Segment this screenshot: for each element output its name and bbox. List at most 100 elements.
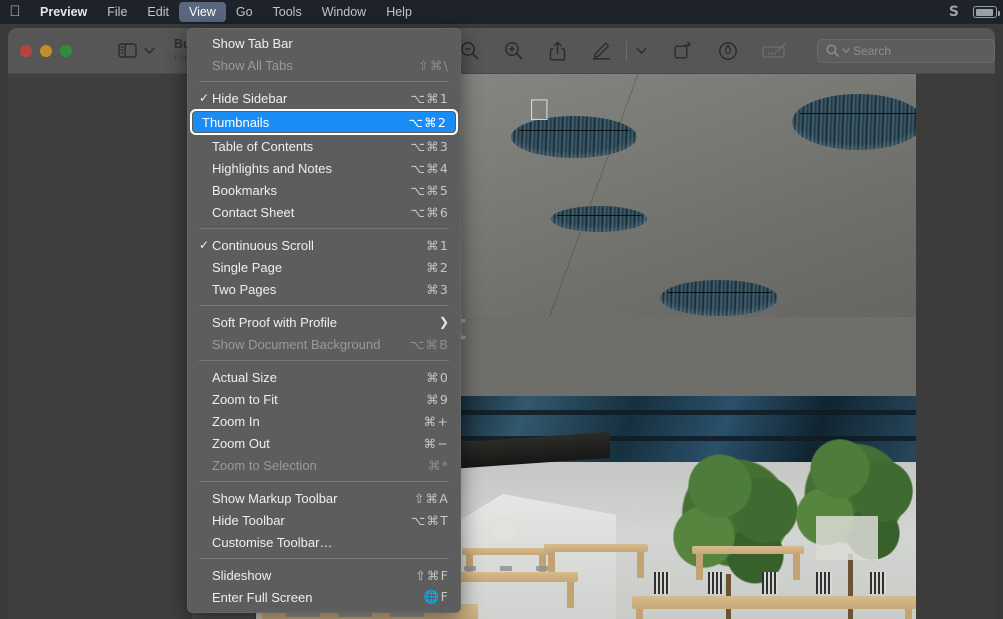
share-icon[interactable] [544, 38, 570, 64]
menu-item-shortcut: ⇧⌘F [415, 567, 449, 583]
menu-bar-item-file[interactable]: File [97, 2, 137, 22]
menu-item-shortcut: ⇧⌘A [413, 490, 449, 506]
menu-item-show-all-tabs: Show All Tabs ⇧⌘\ [187, 54, 461, 76]
menu-item-shortcut: ⌘9 [426, 391, 449, 407]
menu-item-shortcut: ⌥⌘1 [410, 90, 449, 106]
menu-item-zoom-in[interactable]: Zoom In ⌘+ [187, 410, 461, 432]
menu-separator [199, 558, 449, 559]
menu-item-shortcut: ⌥⌘3 [410, 138, 449, 154]
menu-bar-item-help[interactable]: Help [376, 2, 422, 22]
chevron-right-icon: ❯ [438, 315, 449, 329]
search-icon [826, 44, 839, 57]
menu-item-shortcut: ⌘* [427, 457, 449, 473]
menu-item-label: Zoom to Fit [212, 391, 278, 407]
battery-status-icon[interactable] [973, 6, 1000, 18]
menu-bar-item-edit[interactable]: Edit [137, 2, 179, 22]
menu-item-label: Show All Tabs [212, 57, 293, 73]
menu-item-label: Single Page [212, 259, 283, 275]
menu-separator [199, 360, 449, 361]
menu-item-single-page[interactable]: Single Page ⌘2 [187, 256, 461, 278]
maximize-window-button[interactable] [60, 44, 72, 57]
search-input[interactable]: Search [817, 38, 995, 63]
shazam-status-icon[interactable]: S [949, 4, 959, 20]
menu-item-label: Hide Sidebar [212, 90, 288, 106]
toolbar-divider [626, 40, 628, 61]
zoom-in-icon[interactable] [500, 38, 526, 64]
menu-item-enter-full-screen[interactable]: Enter Full Screen 🌐F [187, 586, 461, 608]
menu-bar-item-preview[interactable]: Preview [30, 2, 97, 22]
menu-item-label: Show Markup Toolbar [212, 490, 338, 506]
window-toolbar: Busin Page 1 [8, 28, 995, 74]
menu-item-shortcut: ⌘1 [426, 237, 449, 253]
menu-item-two-pages[interactable]: Two Pages ⌘3 [187, 278, 461, 300]
view-dropdown-menu[interactable]: Show Tab Bar Show All Tabs ⇧⌘\ ✓ Hide Sideba… [187, 28, 461, 613]
menu-item-shortcut: ⌥⌘B [409, 336, 449, 352]
menu-item-actual-size[interactable]: Actual Size ⌘0 [187, 366, 461, 388]
menu-bar-item-window[interactable]: Window [312, 2, 376, 22]
menu-item-thumbnails[interactable]: Thumbnails ⌥⌘2 [187, 109, 461, 135]
menu-separator [199, 81, 449, 82]
menu-item-continuous-scroll[interactable]: ✓ Continuous Scroll ⌘1 [187, 234, 461, 256]
menu-item-label: Contact Sheet [212, 204, 295, 220]
menu-item-shortcut: ⇧⌘\ [418, 57, 449, 73]
menu-item-zoom-to-fit[interactable]: Zoom to Fit ⌘9 [187, 388, 461, 410]
search-placeholder: Search [853, 43, 892, 58]
menu-item-hide-sidebar[interactable]: ✓ Hide Sidebar ⌥⌘1 [187, 87, 461, 109]
menu-item-zoom-to-selection: Zoom to Selection ⌘* [187, 454, 461, 476]
menu-item-customise-toolbar[interactable]: Customise Toolbar… [187, 531, 461, 553]
menu-separator [199, 228, 449, 229]
menu-item-label: Zoom to Selection [212, 457, 317, 473]
menu-item-soft-proof-with-profile[interactable]: Soft Proof with Profile ❯ [187, 311, 461, 333]
menu-bar-item-go[interactable]: Go [226, 2, 263, 22]
menu-item-shortcut: ⌘− [423, 435, 449, 451]
sidebar-icon[interactable] [114, 38, 140, 64]
thumbnails-sidebar[interactable] [8, 74, 193, 619]
checkmark-icon: ✓ [199, 238, 210, 252]
apple-menu-icon[interactable]:  [0, 4, 30, 21]
menu-separator [199, 305, 449, 306]
menu-item-show-markup-toolbar[interactable]: Show Markup Toolbar ⇧⌘A [187, 487, 461, 509]
close-window-button[interactable] [20, 44, 32, 57]
menu-bar-item-view[interactable]: View [178, 2, 226, 22]
signature-icon[interactable] [761, 38, 787, 64]
menu-item-table-of-contents[interactable]: Table of Contents ⌥⌘3 [187, 135, 461, 157]
menu-item-shortcut: ⌥⌘6 [410, 204, 449, 220]
screen: Busin Page 1 [0, 0, 1003, 619]
menu-item-label: Show Tab Bar [212, 35, 293, 51]
menu-bar-items: Preview File Edit View Go Tools Window Help [30, 2, 422, 22]
annotate-icon[interactable] [715, 38, 741, 64]
menu-bar-status-area: S [949, 0, 1000, 24]
markup-pen-icon[interactable] [588, 38, 614, 64]
traffic-light-group [8, 44, 72, 57]
menu-item-zoom-out[interactable]: Zoom Out ⌘− [187, 432, 461, 454]
checkmark-icon: ✓ [199, 91, 210, 105]
system-menu-bar:  PreviewFileEditViewGoToolsWindowHelp S [0, 0, 1003, 24]
apple-logo-watermark:  [528, 96, 551, 126]
menu-item-shortcut: ⌥⌘2 [408, 114, 447, 130]
menu-bar-item-tools[interactable]: Tools [263, 2, 312, 22]
menu-item-label: Bookmarks [212, 182, 278, 198]
preview-window: Busin Page 1 [8, 28, 995, 619]
minimize-window-button[interactable] [40, 44, 52, 57]
chevron-down-icon[interactable] [140, 38, 158, 64]
menu-item-highlights-and-notes[interactable]: Highlights and Notes ⌥⌘4 [187, 157, 461, 179]
menu-item-slideshow[interactable]: Slideshow ⇧⌘F [187, 564, 461, 586]
menu-item-shortcut: ⌘3 [426, 281, 449, 297]
menu-item-contact-sheet[interactable]: Contact Sheet ⌥⌘6 [187, 201, 461, 223]
markup-chevron-down-icon[interactable] [631, 38, 651, 64]
menu-item-bookmarks[interactable]: Bookmarks ⌥⌘5 [187, 179, 461, 201]
menu-item-label: Enter Full Screen [212, 589, 313, 605]
menu-item-shortcut: ⌘0 [426, 369, 449, 385]
menu-item-hide-toolbar[interactable]: Hide Toolbar ⌥⌘T [187, 509, 461, 531]
search-chevron-down-icon [842, 47, 850, 53]
menu-item-label: Continuous Scroll [212, 237, 314, 253]
menu-item-label: Soft Proof with Profile [212, 314, 337, 330]
menu-item-show-tab-bar[interactable]: Show Tab Bar [187, 32, 461, 54]
window-content:  s Conduct do business [8, 74, 995, 619]
menu-item-shortcut: ⌥⌘4 [410, 160, 449, 176]
rotate-icon[interactable] [669, 38, 695, 64]
menu-item-label: Zoom Out [212, 435, 270, 451]
menu-item-shortcut: ⌘+ [423, 413, 449, 429]
menu-item-shortcut: ⌘2 [426, 259, 449, 275]
menu-item-shortcut: ⌥⌘5 [410, 182, 449, 198]
